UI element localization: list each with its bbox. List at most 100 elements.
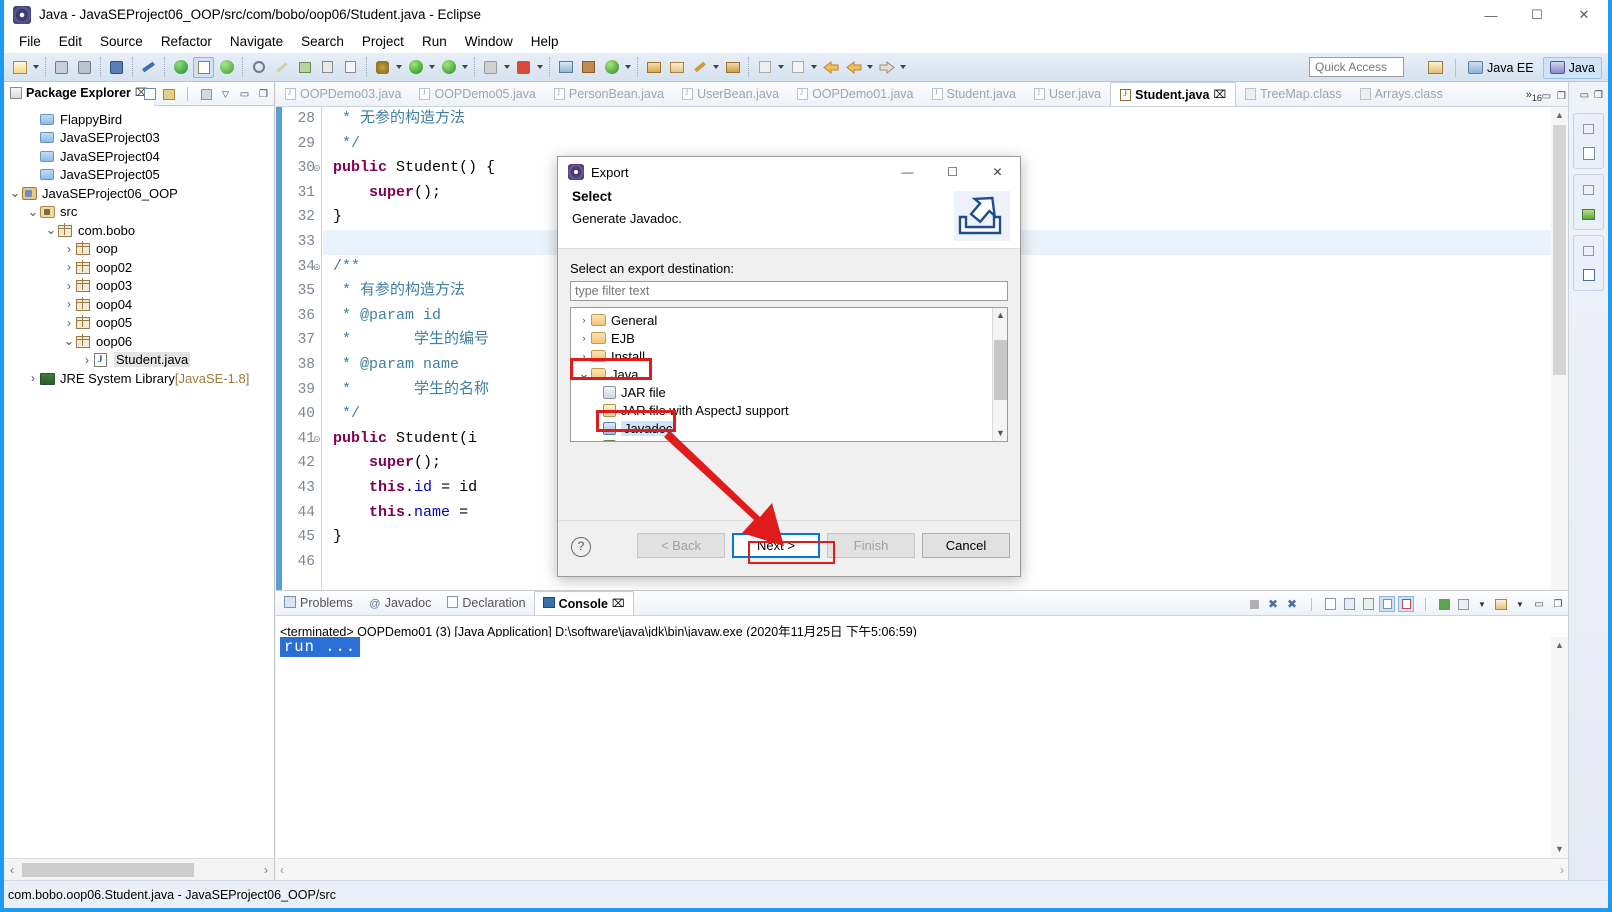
menu-source[interactable]: Source bbox=[91, 32, 152, 51]
refresh-dropdown-icon[interactable] bbox=[623, 57, 633, 78]
scroll-down-icon[interactable]: ▼ bbox=[1551, 841, 1568, 858]
editor-tab-userbean-java[interactable]: UserBean.java bbox=[673, 82, 788, 106]
search-icon[interactable] bbox=[248, 57, 269, 78]
editor-tab-oopdemo05-java[interactable]: OOPDemo05.java bbox=[410, 82, 544, 106]
open-task-icon[interactable] bbox=[340, 57, 361, 78]
back-dropdown-icon[interactable] bbox=[865, 57, 875, 78]
show-console-on-error-icon[interactable] bbox=[1398, 596, 1414, 612]
task-list-icon[interactable] bbox=[1575, 203, 1603, 225]
type-hierarchy-icon[interactable] bbox=[1575, 264, 1603, 286]
chevron-right-icon[interactable]: › bbox=[62, 316, 76, 330]
editor-tab-student-java[interactable]: Student.java⌧ bbox=[1110, 82, 1236, 106]
menu-run[interactable]: Run bbox=[413, 32, 456, 51]
perspective-java[interactable]: Java bbox=[1543, 57, 1602, 79]
open-type-icon[interactable] bbox=[317, 57, 338, 78]
chevron-right-icon[interactable]: › bbox=[577, 333, 591, 343]
console-horizontal-scrollbar[interactable]: ‹ › bbox=[276, 858, 1568, 880]
fold-marker-icon[interactable]: ⊝ bbox=[313, 435, 322, 444]
link-icon[interactable] bbox=[138, 57, 159, 78]
dialog-minimize-icon[interactable]: — bbox=[885, 157, 930, 187]
new-wizard-dropdown-icon[interactable] bbox=[31, 57, 41, 78]
open-folder-icon[interactable] bbox=[666, 57, 687, 78]
tree-item-oop02[interactable]: ›oop02 bbox=[8, 258, 274, 277]
editor-tab-personbean-java[interactable]: PersonBean.java bbox=[545, 82, 673, 106]
editor-tab-oopdemo01-java[interactable]: OOPDemo01.java bbox=[788, 82, 922, 106]
tree-item-oop04[interactable]: ›oop04 bbox=[8, 295, 274, 314]
tree-item-jre-system-library[interactable]: ›JRE System Library [JavaSE-1.8] bbox=[8, 369, 274, 388]
pen-icon[interactable] bbox=[271, 57, 292, 78]
previous-annotation-icon[interactable] bbox=[787, 57, 808, 78]
tree-item-oop03[interactable]: ›oop03 bbox=[8, 277, 274, 296]
menu-edit[interactable]: Edit bbox=[50, 32, 91, 51]
chevron-right-icon[interactable]: › bbox=[62, 279, 76, 293]
bottom-tab-problems[interactable]: Problems bbox=[276, 591, 361, 615]
chevron-down-icon[interactable]: ⌄ bbox=[8, 189, 22, 197]
back-history-icon[interactable] bbox=[820, 57, 841, 78]
minimize-editor-icon[interactable]: ▭ bbox=[1542, 91, 1551, 102]
dialog-tree-scrollbar[interactable]: ▲ ▼ bbox=[992, 308, 1007, 441]
gift-icon[interactable] bbox=[578, 57, 599, 78]
scroll-up-icon[interactable]: ▲ bbox=[993, 308, 1008, 323]
open-perspective-icon[interactable] bbox=[643, 57, 664, 78]
display-console-dropdown-icon[interactable]: ▼ bbox=[1474, 596, 1490, 612]
coverage-dropdown-icon[interactable] bbox=[535, 57, 545, 78]
chevron-right-icon[interactable]: › bbox=[62, 297, 76, 311]
external-tools-dropdown-icon[interactable] bbox=[460, 57, 470, 78]
open-perspective-button[interactable] bbox=[1422, 57, 1449, 79]
stop-icon[interactable] bbox=[480, 57, 501, 78]
chevron-down-icon[interactable]: ⌄ bbox=[44, 226, 58, 234]
menu-window[interactable]: Window bbox=[456, 32, 522, 51]
bookmark-icon[interactable] bbox=[294, 57, 315, 78]
scroll-thumb[interactable] bbox=[22, 863, 194, 877]
chevron-right-icon[interactable]: › bbox=[577, 315, 591, 325]
print-icon[interactable] bbox=[106, 57, 127, 78]
restore-icon[interactable] bbox=[1575, 118, 1603, 140]
collapse-all-icon[interactable] bbox=[141, 86, 158, 103]
display-selected-console-icon[interactable] bbox=[1455, 596, 1471, 612]
new-java-class-icon[interactable] bbox=[193, 57, 214, 78]
scroll-left-icon[interactable]: ‹ bbox=[6, 863, 14, 877]
run-dropdown-icon[interactable] bbox=[427, 57, 437, 78]
scroll-up-icon[interactable]: ▲ bbox=[1551, 107, 1568, 124]
fold-marker-icon[interactable]: ⊝ bbox=[313, 263, 322, 272]
stop-dropdown-icon[interactable] bbox=[502, 57, 512, 78]
scroll-down-icon[interactable]: ▼ bbox=[993, 426, 1008, 441]
menu-navigate[interactable]: Navigate bbox=[221, 32, 292, 51]
new-wizard-icon[interactable] bbox=[9, 57, 30, 78]
tree-item-flappybird[interactable]: FlappyBird bbox=[8, 110, 274, 129]
debug-icon[interactable] bbox=[372, 57, 393, 78]
next-annotation-icon[interactable] bbox=[754, 57, 775, 78]
bottom-tab-javadoc[interactable]: @Javadoc bbox=[361, 591, 440, 615]
menu-help[interactable]: Help bbox=[522, 32, 568, 51]
open-console-icon[interactable] bbox=[1493, 596, 1509, 612]
scroll-up-icon[interactable]: ▲ bbox=[1551, 637, 1568, 654]
clear-console-icon[interactable] bbox=[1322, 596, 1338, 612]
paint-icon[interactable] bbox=[689, 57, 710, 78]
menu-refactor[interactable]: Refactor bbox=[152, 32, 221, 51]
scroll-right-icon[interactable]: › bbox=[264, 863, 272, 877]
close-icon[interactable]: ⌧ bbox=[1213, 88, 1226, 101]
tree-item-javaseproject03[interactable]: JavaSEProject03 bbox=[8, 129, 274, 148]
code-line[interactable]: */ bbox=[323, 132, 1568, 157]
export-tree-item-ejb[interactable]: ›EJB bbox=[571, 329, 1007, 347]
help-icon[interactable]: ? bbox=[571, 537, 591, 557]
tree-item-student-java[interactable]: ›Student.java bbox=[8, 351, 274, 370]
editor-tab-arrays-class[interactable]: Arrays.class bbox=[1351, 82, 1452, 106]
maximize-console-icon[interactable]: ❐ bbox=[1550, 596, 1566, 612]
bottom-tab-declaration[interactable]: Declaration bbox=[439, 591, 533, 615]
menu-project[interactable]: Project bbox=[353, 32, 413, 51]
paint-dropdown-icon[interactable] bbox=[711, 57, 721, 78]
run-icon[interactable] bbox=[405, 57, 426, 78]
chevron-right-icon[interactable]: › bbox=[62, 242, 76, 256]
export-tree-item-jar-file[interactable]: JAR file bbox=[571, 383, 1007, 401]
tree-item-oop06[interactable]: ⌄oop06 bbox=[8, 332, 274, 351]
menu-file[interactable]: File bbox=[10, 32, 50, 51]
fold-marker-icon[interactable]: ⊝ bbox=[313, 164, 322, 173]
editor-tab-treemap-class[interactable]: TreeMap.class bbox=[1236, 82, 1351, 106]
tab-package-explorer[interactable]: Package Explorer ⌧ bbox=[4, 82, 154, 106]
finish-button[interactable]: Finish bbox=[827, 533, 915, 558]
restore-icon[interactable] bbox=[1575, 240, 1603, 262]
quick-access-input[interactable]: Quick Access bbox=[1309, 57, 1404, 77]
chevron-down-icon[interactable]: ⌄ bbox=[26, 208, 40, 216]
menu-search[interactable]: Search bbox=[292, 32, 353, 51]
